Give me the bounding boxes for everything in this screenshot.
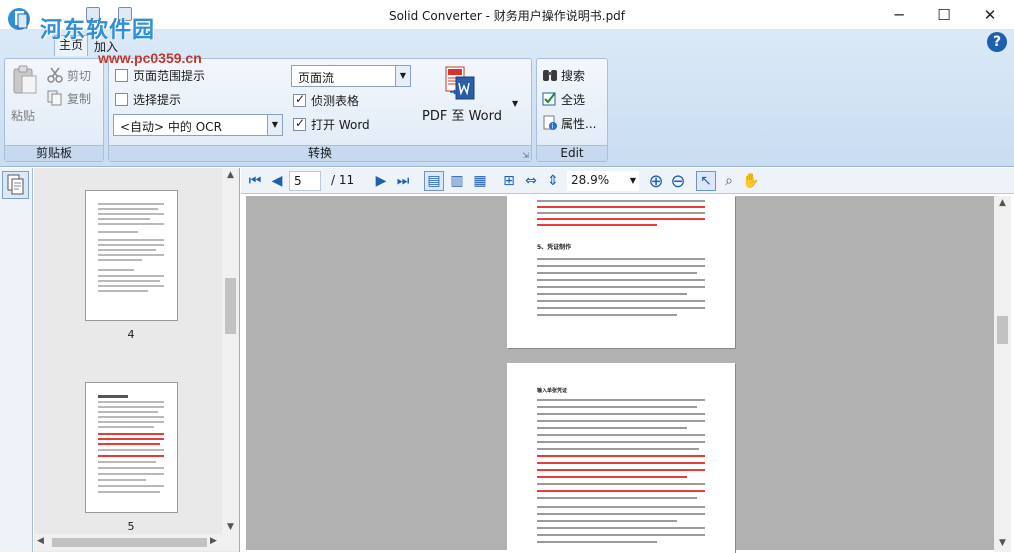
- single-page-view-icon[interactable]: ▤: [424, 171, 444, 191]
- chevron-down-icon[interactable]: ▼: [395, 66, 410, 86]
- properties-button[interactable]: 属性...: [561, 115, 596, 132]
- svg-text:i: i: [552, 123, 554, 131]
- convert-group-label: 转换: [109, 145, 531, 161]
- scrollbar-thumb[interactable]: [52, 538, 207, 547]
- thumbnail-vertical-scrollbar[interactable]: ▲ ▼: [222, 168, 239, 534]
- viewer-vertical-scrollbar[interactable]: ▲ ▼: [994, 196, 1011, 552]
- hand-tool-icon[interactable]: ✋: [741, 171, 761, 191]
- continuous-view-icon[interactable]: ▦: [470, 171, 490, 191]
- paste-button[interactable]: 粘贴: [11, 107, 35, 124]
- scroll-left-icon[interactable]: ◀: [37, 536, 44, 546]
- layout-select-value: 页面流: [298, 71, 335, 85]
- page-range-hint-checkbox[interactable]: [115, 69, 128, 82]
- page-number-label: 4: [127, 328, 135, 341]
- zoom-select[interactable]: 28.9% ▼: [567, 171, 639, 191]
- copy-button[interactable]: 复制: [67, 90, 91, 107]
- select-all-icon: [542, 92, 556, 106]
- selection-hint-checkbox[interactable]: [115, 93, 128, 106]
- zoom-value: 28.9%: [571, 173, 610, 187]
- binoculars-icon: [543, 70, 557, 81]
- select-all-button[interactable]: 全选: [561, 91, 585, 108]
- zoom-out-icon[interactable]: ⊖: [668, 171, 688, 192]
- pdf-to-word-button[interactable]: PDF 至 Word: [422, 105, 502, 124]
- edit-group: 搜索 全选 i 属性... Edit: [536, 58, 608, 162]
- detect-tables-label: 侦测表格: [311, 94, 360, 108]
- scroll-up-icon[interactable]: ▲: [222, 170, 239, 180]
- total-pages-label: / 11: [331, 173, 355, 187]
- page-range-hint-label: 页面范围提示: [133, 69, 206, 83]
- page-number-input[interactable]: 5: [289, 171, 321, 191]
- pages-icon: [7, 174, 24, 195]
- scroll-down-icon[interactable]: ▼: [994, 538, 1011, 548]
- document-page: 输入单张凭证: [507, 363, 735, 553]
- document-page: 5、凭证制作: [507, 196, 735, 348]
- marquee-zoom-icon[interactable]: ⌕: [719, 171, 739, 191]
- last-page-icon[interactable]: ⏭: [393, 171, 413, 191]
- open-word-checkbox[interactable]: [293, 116, 306, 131]
- layout-select[interactable]: 页面流 ▼: [291, 65, 411, 87]
- watermark-url: www.pc0359.cn: [98, 50, 202, 66]
- open-word-label: 打开 Word: [311, 118, 370, 132]
- clipboard-group: 粘贴 剪切 复制 剪贴板: [4, 58, 104, 162]
- properties-icon: i: [543, 115, 557, 131]
- close-button[interactable]: ✕: [967, 0, 1013, 30]
- zoom-in-icon[interactable]: ⊕: [646, 171, 666, 192]
- edit-group-label: Edit: [537, 145, 607, 161]
- navigation-toolbar: ⏮ ◀ 5 / 11 ▶ ⏭ ▤ ▥ ▦ ⊞ ⇔ ⇕ 28.9% ▼ ⊕ ⊖ ↖…: [241, 168, 1014, 194]
- select-arrow-icon[interactable]: ↖: [696, 171, 716, 191]
- ocr-select[interactable]: <自动> 中的 OCR ▼: [113, 114, 283, 136]
- thumbnail-horizontal-scrollbar[interactable]: ◀ ▶: [34, 534, 239, 551]
- section-subheading: 输入单张凭证: [537, 388, 568, 394]
- pages-panel-button[interactable]: [2, 171, 29, 199]
- side-panel-strip: [0, 168, 33, 552]
- scrollbar-thumb[interactable]: [997, 316, 1008, 344]
- first-page-icon[interactable]: ⏮: [245, 171, 265, 191]
- cut-button[interactable]: 剪切: [67, 67, 91, 84]
- scrollbar-thumb[interactable]: [225, 278, 236, 334]
- next-page-icon[interactable]: ▶: [371, 171, 391, 191]
- maximize-button[interactable]: ☐: [921, 0, 967, 30]
- fit-width-icon[interactable]: ⇔: [521, 171, 541, 191]
- selection-hint-label: 选择提示: [133, 93, 182, 107]
- fit-page-icon[interactable]: ⊞: [499, 171, 519, 191]
- dialog-launcher-icon[interactable]: ⇲: [522, 151, 529, 160]
- chevron-down-icon[interactable]: ▼: [267, 115, 282, 135]
- page-number-label: 5: [127, 520, 135, 533]
- two-page-view-icon[interactable]: ▥: [447, 171, 467, 191]
- page-thumbnail[interactable]: [85, 382, 178, 513]
- ocr-select-value: <自动> 中的 OCR: [120, 120, 222, 134]
- pdf-to-word-dropdown-icon[interactable]: ▼: [512, 99, 518, 108]
- section-heading: 5、凭证制作: [537, 244, 572, 251]
- help-icon[interactable]: ?: [987, 32, 1007, 52]
- scroll-right-icon[interactable]: ▶: [210, 536, 217, 546]
- detect-tables-checkbox[interactable]: [293, 92, 306, 107]
- paste-icon[interactable]: [11, 65, 39, 95]
- chevron-down-icon[interactable]: ▼: [630, 176, 636, 185]
- convert-group: 页面范围提示 选择提示 <自动> 中的 OCR ▼ 页面流 ▼ 侦测表格 打开 …: [108, 58, 532, 162]
- cut-icon: [47, 67, 63, 83]
- scroll-down-icon[interactable]: ▼: [222, 522, 239, 532]
- document-viewer[interactable]: 5、凭证制作 输入单张凭证: [246, 196, 994, 553]
- thumbnail-panel: 4 5 ▲ ▼ ◀ ▶: [34, 168, 240, 552]
- pdf-to-word-icon[interactable]: [442, 65, 478, 101]
- copy-icon: [47, 90, 62, 106]
- fit-height-icon[interactable]: ⇕: [543, 171, 563, 191]
- clipboard-group-label: 剪贴板: [5, 145, 103, 161]
- minimize-button[interactable]: ─: [876, 0, 922, 30]
- watermark-logo: 河东软件园: [40, 17, 156, 43]
- previous-page-icon[interactable]: ◀: [267, 171, 287, 191]
- search-button[interactable]: 搜索: [561, 67, 585, 84]
- page-thumbnail[interactable]: [85, 190, 178, 321]
- scroll-up-icon[interactable]: ▲: [994, 198, 1011, 208]
